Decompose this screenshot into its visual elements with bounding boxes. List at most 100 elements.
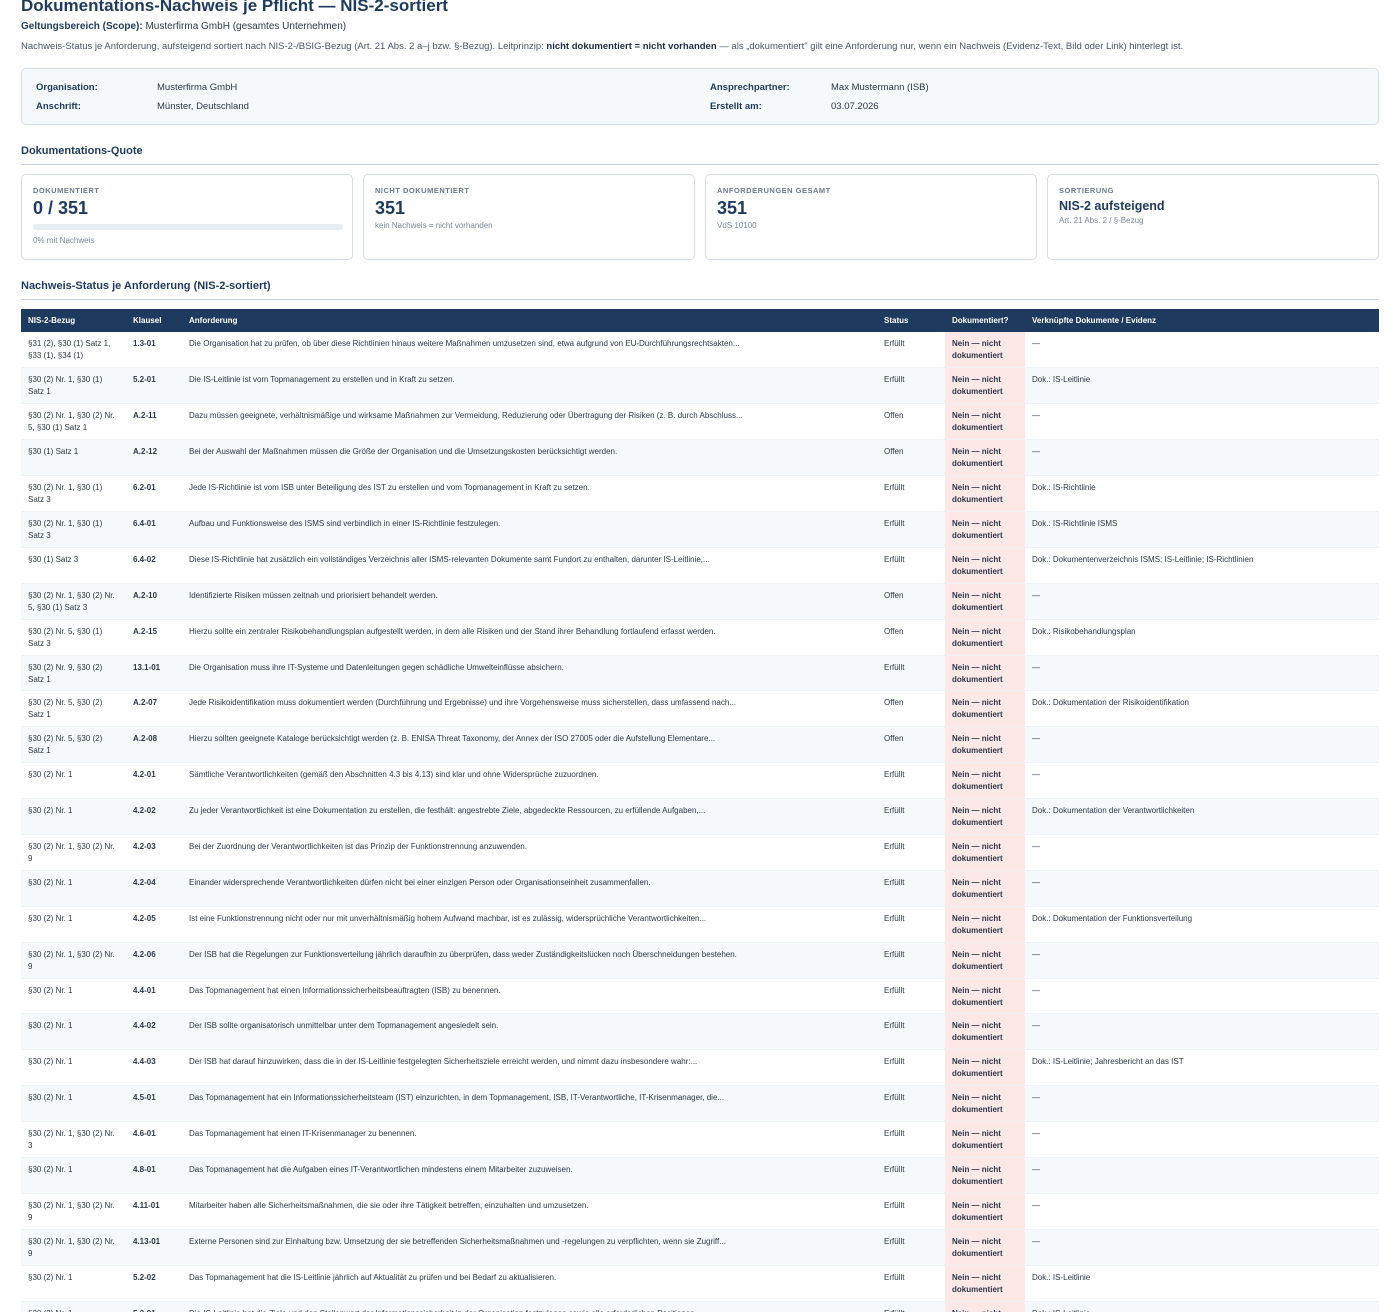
evidence-cell: — [1025, 1121, 1379, 1158]
status-cell: Erfüllt [877, 1013, 945, 1051]
organisation-info-box: Organisation: Musterfirma GmbH Anschrift… [21, 68, 1379, 125]
page-title: Dokumentations-Nachweis je Pflicht — NIS… [21, 0, 448, 15]
clause-cell: A.2-15 [126, 619, 182, 656]
status-cell: Erfüllt [877, 1121, 945, 1158]
requirement-cell: Jede Risikoidentifikation muss dokumenti… [182, 690, 877, 728]
evidence-cell: Dok.: Risikobehandlungsplan [1025, 619, 1379, 656]
documented-cell: Nein — nicht dokumentiert [945, 834, 1025, 871]
scope-value: Musterfirma GmbH (gesamtes Unternehmen) [145, 21, 347, 32]
evidence-cell: — [1025, 1085, 1379, 1123]
clause-cell: 4.8-01 [126, 1157, 182, 1194]
nis2-ref-cell: §30 (2) Nr. 1 [21, 1085, 126, 1123]
requirement-cell: Zu jeder Verantwortlichkeit ist eine Dok… [182, 798, 877, 835]
evidence-cell: — [1025, 942, 1379, 979]
documented-cell: Nein — nicht dokumentiert [945, 798, 1025, 835]
intro-principle: nicht dokumentiert = nicht vorhanden [546, 41, 717, 52]
requirement-cell: Dazu müssen geeignete, verhältnismäßige … [182, 403, 877, 441]
card-not-documented: Nicht dokumentiert 351 kein Nachweis = n… [363, 174, 695, 260]
documented-cell: Nein — nicht dokumentiert [945, 1085, 1025, 1123]
col-header-clause: Klausel [133, 316, 162, 325]
scope-line: Geltungsbereich (Scope): Musterfirma Gmb… [21, 21, 1379, 33]
clause-cell: 5.2-01 [126, 367, 182, 405]
status-cell: Erfüllt [877, 475, 945, 512]
requirements-table-body: §31 (2), §30 (1) Satz 1, §33 (1), §34 (1… [21, 332, 1379, 1312]
evidence-cell: — [1025, 583, 1379, 620]
clause-cell: 6.4-02 [126, 547, 182, 584]
documented-cell: Nein — nicht dokumentiert [945, 1193, 1025, 1230]
report-page: Dokumentations-Nachweis je Pflicht — NIS… [21, 0, 1379, 1312]
table-row: §30 (2) Nr. 1 4.2-01 Sämtliche Verantwortl… [21, 762, 1379, 800]
nis2-ref-cell: §30 (2) Nr. 1 [21, 978, 126, 1015]
col-header-nis2-ref: NIS-2-Bezug [28, 316, 76, 325]
status-cell: Offen [877, 619, 945, 656]
documented-cell: Nein — nicht dokumentiert [945, 1013, 1025, 1051]
evidence-cell: Dok.: IS-Leitlinie; Jahresbericht an das… [1025, 1049, 1379, 1087]
card-documented-sub: 0% mit Nachweis [33, 236, 95, 245]
evidence-cell: — [1025, 655, 1379, 692]
nis2-ref-cell: §30 (2) Nr. 1, §30 (2) Nr. 3 [21, 1121, 126, 1158]
requirement-cell: Der ISB hat darauf hinzuwirken, dass die… [182, 1049, 877, 1087]
status-cell: Erfüllt [877, 1229, 945, 1266]
card-sorting: Sortierung NIS-2 aufsteigend Art. 21 Abs… [1047, 174, 1379, 260]
nis2-ref-cell: §30 (2) Nr. 1 [21, 870, 126, 907]
clause-cell: 4.2-03 [126, 834, 182, 871]
nis2-ref-cell: §30 (2) Nr. 1 [21, 1013, 126, 1051]
clause-cell: A.2-10 [126, 583, 182, 620]
status-cell: Erfüllt [877, 1157, 945, 1194]
documented-cell: Nein — nicht dokumentiert [945, 403, 1025, 441]
clause-cell: 4.5-01 [126, 1085, 182, 1123]
requirement-cell: Diese IS-Richtlinie hat zusätzlich ein v… [182, 547, 877, 584]
table-row: §30 (2) Nr. 1, §30 (2) Nr. 9 4.2-06 Der IS… [21, 942, 1379, 979]
table-row: §30 (2) Nr. 1 4.8-01 Das Topmanagement hat… [21, 1157, 1379, 1194]
card-total-sub: VdS 10100 [717, 221, 757, 230]
contact-label: Ansprechpartner: [710, 82, 790, 93]
documented-cell: Nein — nicht dokumentiert [945, 511, 1025, 548]
scope-label: Geltungsbereich (Scope): [21, 21, 143, 32]
address-label: Anschrift: [36, 101, 81, 112]
clause-cell: 5.2-02 [126, 1265, 182, 1302]
clause-cell: 4.2-02 [126, 798, 182, 835]
evidence-cell: — [1025, 439, 1379, 477]
requirement-cell: Ist eine Funktionstrennung nicht oder nu… [182, 906, 877, 943]
nis2-ref-cell: §30 (1) Satz 1 [21, 439, 126, 477]
evidence-cell: — [1025, 870, 1379, 907]
nis2-ref-cell: §30 (2) Nr. 1 [21, 1265, 126, 1302]
table-row: §30 (2) Nr. 1, §30 (2) Nr. 5, §30 (1) Sa… [21, 403, 1379, 441]
clause-cell: 4.6-01 [126, 1121, 182, 1158]
card-sorting-value: NIS-2 aufsteigend [1059, 199, 1165, 213]
intro-text: Nachweis-Status je Anforderung, aufsteig… [21, 41, 1379, 53]
documented-cell: Nein — nicht dokumentiert [945, 1265, 1025, 1302]
card-not-documented-sub: kein Nachweis = nicht vorhanden [375, 221, 493, 230]
nis2-ref-cell: §30 (2) Nr. 1, §30 (2) Nr. 9 [21, 942, 126, 979]
clause-cell: A.2-07 [126, 690, 182, 728]
table-row: §30 (2) Nr. 5, §30 (1) Satz 3 A.2-15 Hierz… [21, 619, 1379, 656]
table-row: §30 (2) Nr. 1 5.2-02 Das Topmanagement hat… [21, 1265, 1379, 1302]
status-cell: Erfüllt [877, 655, 945, 692]
status-cell: Erfüllt [877, 511, 945, 548]
nis2-ref-cell: §30 (2) Nr. 9, §30 (2) Satz 1 [21, 655, 126, 692]
clause-cell: 1.3-01 [126, 332, 182, 369]
clause-cell: 4.4-03 [126, 1049, 182, 1087]
card-total-label: Anforderungen gesamt [717, 186, 831, 195]
clause-cell: 4.4-01 [126, 978, 182, 1015]
documented-cell: Nein — nicht dokumentiert [945, 1301, 1025, 1312]
requirement-cell: Externe Personen sind zur Einhaltung bzw… [182, 1229, 877, 1266]
clause-cell: 4.2-06 [126, 942, 182, 979]
requirement-cell: Die IS-Leitlinie ist vom Topmanagement z… [182, 367, 877, 405]
requirement-cell: Die Organisation muss ihre IT-Systeme un… [182, 655, 877, 692]
evidence-cell: — [1025, 1013, 1379, 1051]
documented-cell: Nein — nicht dokumentiert [945, 726, 1025, 764]
nis2-ref-cell: §30 (2) Nr. 1 [21, 1049, 126, 1087]
table-row: §30 (2) Nr. 1 4.4-01 Das Topmanagement hat… [21, 978, 1379, 1015]
table-row: §30 (2) Nr. 1, §30 (2) Nr. 9 4.11-01 Mitar… [21, 1193, 1379, 1230]
table-row: §30 (2) Nr. 1 4.5-01 Das Topmanagement hat… [21, 1085, 1379, 1123]
clause-cell: 4.2-05 [126, 906, 182, 943]
clause-cell: A.2-12 [126, 439, 182, 477]
requirement-cell: Die Organisation hat zu prüfen, ob über … [182, 332, 877, 369]
table-row: §30 (2) Nr. 1, §30 (1) Satz 3 6.4-01 Aufba… [21, 511, 1379, 548]
status-cell: Erfüllt [877, 1265, 945, 1302]
requirement-cell: Das Topmanagement hat die IS-Leitlinie j… [182, 1265, 877, 1302]
requirement-cell: Aufbau und Funktionsweise des ISMS sind … [182, 511, 877, 548]
table-row: §30 (2) Nr. 1 4.4-03 Der ISB hat darauf hi… [21, 1049, 1379, 1087]
table-row: §30 (2) Nr. 1, §30 (2) Nr. 5, §30 (1) Sa… [21, 583, 1379, 620]
